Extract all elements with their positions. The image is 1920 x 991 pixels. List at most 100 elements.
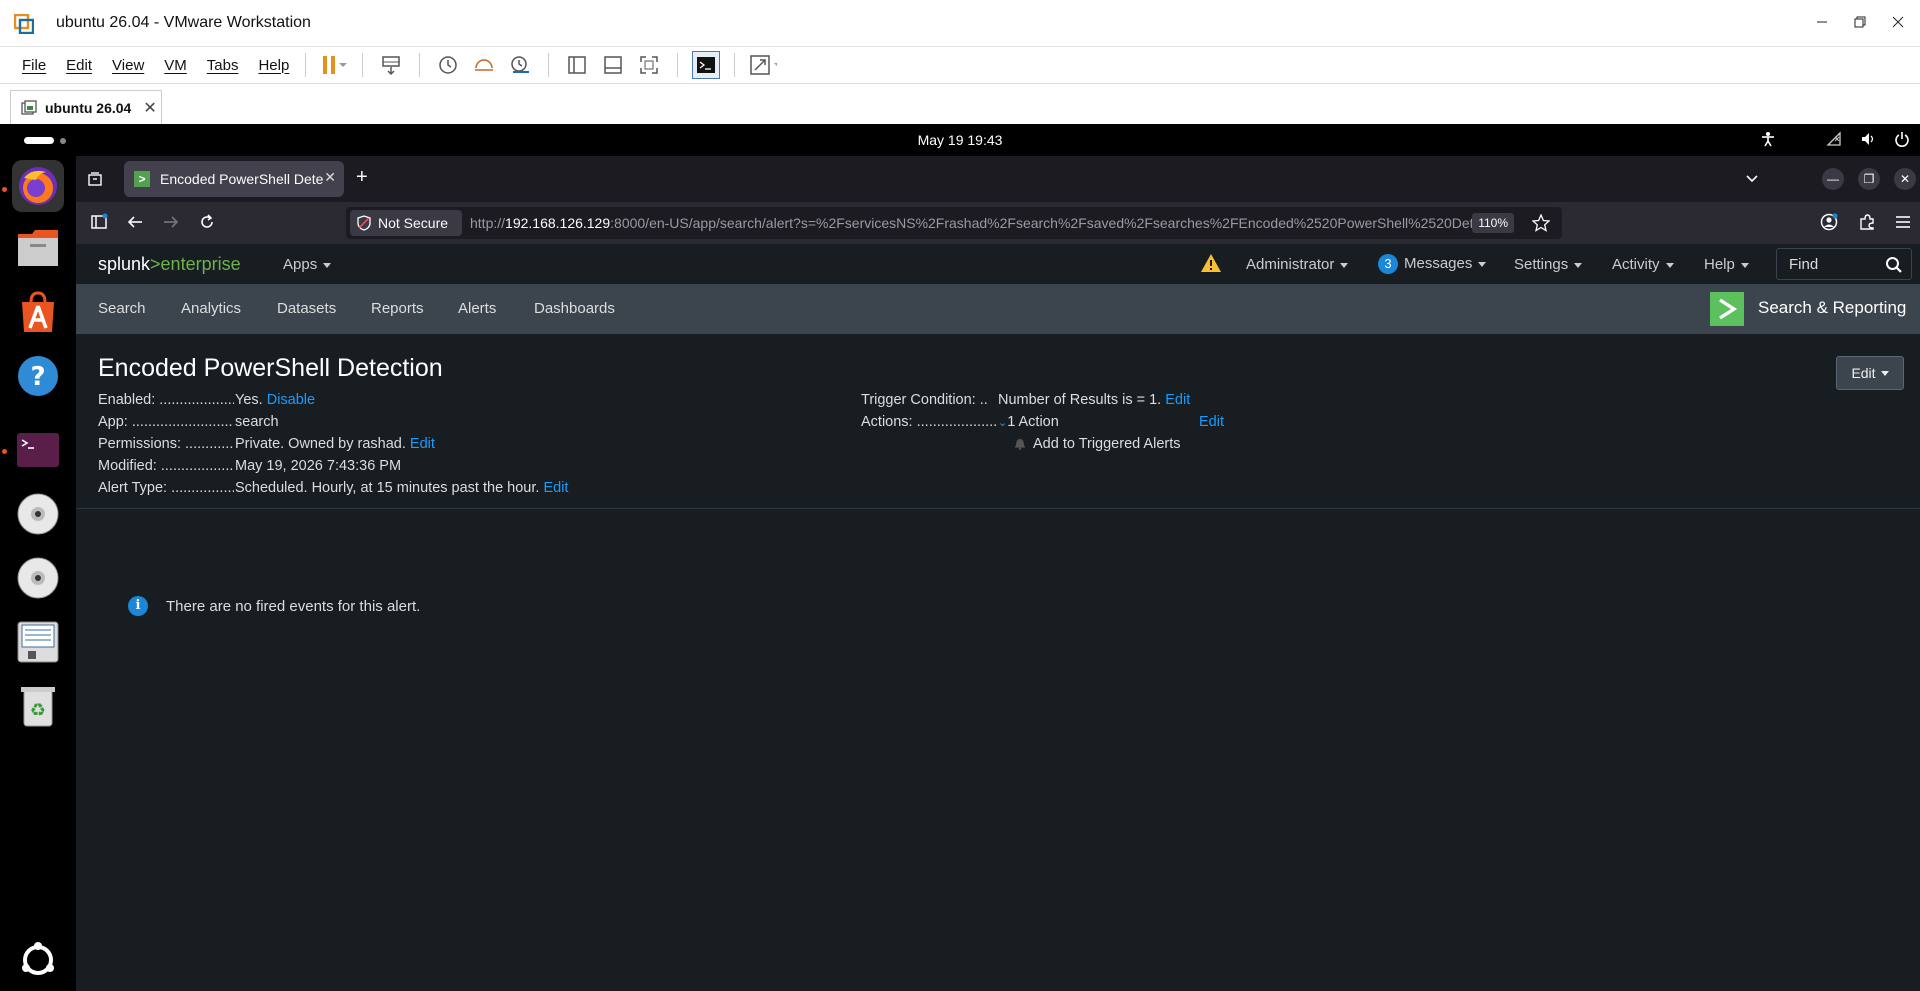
revert-snapshot-icon[interactable] [470, 51, 498, 79]
show-apps-icon[interactable] [12, 934, 64, 986]
search-icon[interactable] [1885, 256, 1903, 274]
edit-permissions-link[interactable]: Edit [410, 436, 435, 452]
menu-tabs[interactable]: Tabs [207, 57, 239, 74]
console-view-icon[interactable] [692, 51, 721, 79]
toolbar-separator [419, 53, 421, 77]
help-menu[interactable]: Help [1704, 256, 1749, 273]
restore-icon[interactable] [1852, 14, 1868, 30]
window-title: ubuntu 26.04 - VMware Workstation [56, 14, 311, 31]
splunk-logo[interactable]: splunk>enterprise [98, 254, 241, 275]
clock[interactable]: May 19 19:43 [0, 132, 1920, 148]
snapshot-manager-icon[interactable] [506, 51, 534, 79]
activity-menu[interactable]: Activity [1612, 256, 1674, 273]
settings-menu[interactable]: Settings [1514, 256, 1583, 273]
accessibility-icon[interactable] [1760, 131, 1776, 147]
account-icon[interactable] [1820, 213, 1838, 231]
bell-icon [1013, 436, 1027, 450]
messages-menu[interactable]: 3 Messages [1378, 254, 1487, 274]
vm-tab-ubuntu[interactable]: ubuntu 26.04 ✕ [10, 90, 162, 124]
edit-alert-type-link[interactable]: Edit [543, 480, 568, 496]
administrator-label: Administrator [1246, 256, 1335, 273]
chevron-down-icon[interactable] [1744, 170, 1760, 186]
messages-label: Messages [1404, 255, 1473, 272]
firefox-tab-bar: > Encoded PowerShell Dete ✕ + — ❐ ✕ [76, 156, 1920, 202]
sidebar-icon[interactable] [90, 213, 108, 231]
power-icon[interactable] [1894, 131, 1910, 147]
edit-button[interactable]: Edit [1836, 356, 1904, 390]
show-thumbnail-icon[interactable] [599, 51, 627, 79]
send-ctrl-alt-del-icon[interactable] [377, 51, 405, 79]
nav-analytics[interactable]: Analytics [181, 300, 241, 317]
vm-icon [21, 99, 37, 116]
minimize-icon[interactable]: — [1822, 168, 1844, 190]
tab-list-icon[interactable] [86, 170, 104, 188]
menu-help[interactable]: Help [258, 57, 289, 74]
svg-text:?: ? [30, 362, 45, 392]
meta-key: Alert Type: ................. [98, 480, 234, 496]
app-center-icon[interactable] [12, 286, 64, 338]
warning-icon[interactable] [1200, 253, 1222, 273]
disable-link[interactable]: Disable [267, 392, 315, 408]
caret-down-icon [1478, 261, 1487, 267]
stretch-guest-icon[interactable] [749, 51, 778, 79]
actions-toggle[interactable]: ⌄1 Action [998, 414, 1059, 430]
show-library-icon[interactable] [563, 51, 591, 79]
extensions-icon[interactable] [1858, 213, 1876, 231]
help-icon[interactable]: ? [12, 350, 64, 402]
close-icon[interactable]: ✕ [1894, 168, 1916, 190]
administrator-menu[interactable]: Administrator [1246, 256, 1349, 273]
restore-icon[interactable]: ❐ [1858, 168, 1880, 190]
meta-key: Permissions: ............. [98, 436, 234, 452]
broken-lock-icon [357, 215, 371, 231]
menu-view[interactable]: View [112, 57, 144, 74]
find-input[interactable] [1777, 249, 1877, 279]
new-tab-icon[interactable]: + [356, 166, 368, 189]
close-icon[interactable] [1890, 14, 1906, 30]
pause-button[interactable] [320, 51, 348, 79]
volume-icon[interactable] [1860, 131, 1876, 147]
network-icon[interactable] [1826, 131, 1842, 147]
terminal-icon[interactable] [12, 424, 64, 476]
menu-edit[interactable]: Edit [66, 57, 92, 74]
hamburger-menu-icon[interactable] [1894, 213, 1912, 231]
full-screen-icon[interactable] [635, 51, 663, 79]
bookmark-star-icon[interactable] [1532, 214, 1550, 232]
app-name[interactable]: Search & Reporting [1758, 298, 1906, 318]
trash-icon[interactable]: ♻ [12, 680, 64, 732]
back-icon[interactable] [126, 213, 144, 231]
not-secure-badge[interactable]: Not Secure [350, 210, 462, 236]
nav-alerts[interactable]: Alerts [458, 300, 496, 317]
edit-trigger-link[interactable]: Edit [1165, 392, 1190, 408]
address-bar[interactable]: Not Secure http://192.168.126.129:8000/e… [346, 207, 1562, 239]
nav-datasets[interactable]: Datasets [277, 300, 336, 317]
firefox-icon[interactable] [12, 160, 64, 212]
nav-search[interactable]: Search [98, 300, 146, 317]
browser-tab-active[interactable]: > Encoded PowerShell Dete ✕ [124, 161, 344, 197]
meta-value: search [235, 414, 279, 430]
activity-label: Activity [1612, 256, 1660, 273]
floppy-drive-icon[interactable] [12, 616, 64, 668]
files-icon[interactable] [12, 222, 64, 274]
apps-menu[interactable]: Apps [283, 256, 332, 273]
url-text[interactable]: http://192.168.126.129:8000/en-US/app/se… [470, 215, 1511, 231]
reload-icon[interactable] [198, 213, 216, 231]
zoom-level[interactable]: 110% [1472, 213, 1514, 233]
ubuntu-top-bar: May 19 19:43 [0, 124, 1920, 156]
action-item-label: Add to Triggered Alerts [1033, 436, 1181, 452]
close-tab-icon[interactable]: ✕ [324, 169, 336, 186]
alert-meta-right: Trigger Condition: .. Number of Results … [861, 392, 1281, 452]
menu-file[interactable]: File [22, 57, 46, 74]
minimize-icon[interactable] [1814, 14, 1830, 30]
splunk-favicon-icon: > [134, 171, 150, 187]
menu-vm[interactable]: VM [164, 57, 187, 74]
system-tray[interactable] [1760, 131, 1910, 147]
nav-reports[interactable]: Reports [371, 300, 424, 317]
forward-icon[interactable] [162, 213, 180, 231]
toolbar-separator [548, 53, 550, 77]
optical-drive-icon[interactable] [12, 552, 64, 604]
optical-drive-icon[interactable] [12, 488, 64, 540]
edit-actions-link[interactable]: Edit [1199, 414, 1224, 430]
nav-dashboards[interactable]: Dashboards [534, 300, 615, 317]
snapshot-icon[interactable] [434, 51, 462, 79]
close-icon[interactable]: ✕ [143, 98, 156, 118]
